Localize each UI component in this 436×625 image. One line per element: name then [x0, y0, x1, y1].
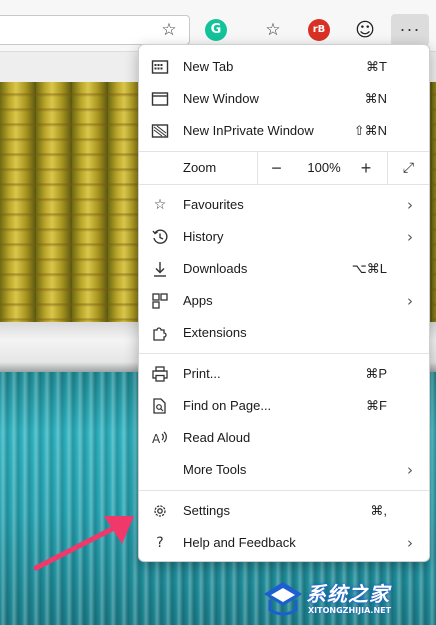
menu-item-label: More Tools: [183, 462, 247, 477]
shortcut-label: ⌘P: [365, 366, 387, 381]
menu-item-apps[interactable]: Apps ›: [139, 285, 429, 317]
menu-item-help-and-feedback[interactable]: ? Help and Feedback ›: [139, 527, 429, 559]
puzzle-piece-icon: [151, 324, 169, 342]
read-aloud-icon: A: [151, 429, 169, 447]
menu-item-read-aloud[interactable]: A Read Aloud: [139, 422, 429, 454]
history-icon: [151, 228, 169, 246]
zoom-in-button[interactable]: +: [347, 152, 385, 184]
watermark-title: 系统之家: [306, 582, 390, 606]
zoom-level: 100%: [307, 160, 341, 175]
menu-item-find-on-page[interactable]: Find on Page... ⌘F: [139, 390, 429, 422]
menu-divider: [139, 490, 429, 491]
add-favorite-star-icon[interactable]: ☆: [158, 19, 180, 41]
chevron-right-icon: ›: [407, 461, 413, 479]
menu-item-new-inprivate-window[interactable]: New InPrivate Window ⇧⌘N: [139, 115, 429, 147]
find-on-page-icon: [151, 397, 169, 415]
chevron-right-icon: ›: [407, 292, 413, 310]
shortcut-label: ⌘,: [370, 503, 387, 518]
menu-item-history[interactable]: History ›: [139, 221, 429, 253]
menu-item-label: New InPrivate Window: [183, 123, 314, 138]
rb-extension-icon[interactable]: rB: [308, 19, 330, 41]
fullscreen-expand-icon[interactable]: ⤢: [387, 152, 429, 184]
printer-icon: [151, 365, 169, 383]
menu-item-label: New Tab: [183, 59, 234, 74]
chevron-right-icon: ›: [407, 228, 413, 246]
shortcut-label: ⌘N: [364, 91, 387, 106]
feedback-smiley-icon[interactable]: ☺: [354, 19, 376, 41]
menu-divider: [139, 184, 429, 185]
menu-item-label: Downloads: [183, 261, 248, 276]
gear-icon: [151, 502, 169, 520]
new-tab-icon: [151, 58, 169, 76]
menu-item-extensions[interactable]: Extensions: [139, 317, 429, 349]
svg-text:A: A: [152, 432, 161, 446]
zoom-out-button[interactable]: −: [257, 152, 295, 184]
menu-divider: [139, 353, 429, 354]
watermark: 系统之家 XITONGZHIJIA.NET: [262, 576, 434, 622]
menu-item-label: Help and Feedback: [183, 535, 296, 550]
zoom-row: Zoom − 100% + ⤢: [139, 152, 429, 184]
favorites-bar-icon[interactable]: ☆: [262, 19, 284, 41]
menu-item-settings[interactable]: Settings ⌘,: [139, 495, 429, 527]
menu-item-label: New Window: [183, 91, 259, 106]
chevron-right-icon: ›: [407, 534, 413, 552]
watermark-logo-icon: [264, 582, 302, 616]
menu-item-label: Settings: [183, 503, 230, 518]
settings-and-more-button[interactable]: ···: [391, 14, 429, 46]
download-icon: [151, 260, 169, 278]
menu-item-label: Find on Page...: [183, 398, 272, 413]
question-mark-icon: ?: [156, 535, 164, 551]
menu-item-new-tab[interactable]: New Tab ⌘T: [139, 51, 429, 83]
watermark-url: XITONGZHIJIA.NET: [308, 606, 392, 615]
new-window-icon: [151, 90, 169, 108]
menu-item-label: Extensions: [183, 325, 247, 340]
menu-item-print[interactable]: Print... ⌘P: [139, 358, 429, 390]
menu-item-downloads[interactable]: Downloads ⌥⌘L: [139, 253, 429, 285]
shortcut-label: ⌥⌘L: [351, 261, 387, 276]
zoom-label: Zoom: [183, 160, 217, 175]
apps-grid-icon: [151, 292, 169, 310]
menu-item-label: Read Aloud: [183, 430, 251, 445]
shortcut-label: ⌘F: [366, 398, 387, 413]
inprivate-window-icon: [151, 122, 169, 140]
shortcut-label: ⇧⌘N: [353, 123, 387, 138]
menu-item-new-window[interactable]: New Window ⌘N: [139, 83, 429, 115]
chevron-right-icon: ›: [407, 196, 413, 214]
shortcut-label: ⌘T: [366, 59, 387, 74]
menu-item-more-tools[interactable]: More Tools ›: [139, 454, 429, 486]
menu-item-label: Apps: [183, 293, 213, 308]
settings-and-more-menu: New Tab ⌘T New Window ⌘N New InPrivate W…: [138, 44, 430, 562]
grammarly-extension-icon[interactable]: G: [205, 19, 227, 41]
annotation-arrow-icon: [33, 516, 134, 571]
menu-item-label: History: [183, 229, 224, 244]
menu-item-favourites[interactable]: ☆ Favourites ›: [139, 189, 429, 221]
favourites-list-icon: ☆: [153, 197, 167, 213]
menu-item-label: Print...: [183, 366, 221, 381]
menu-item-label: Favourites: [183, 197, 244, 212]
